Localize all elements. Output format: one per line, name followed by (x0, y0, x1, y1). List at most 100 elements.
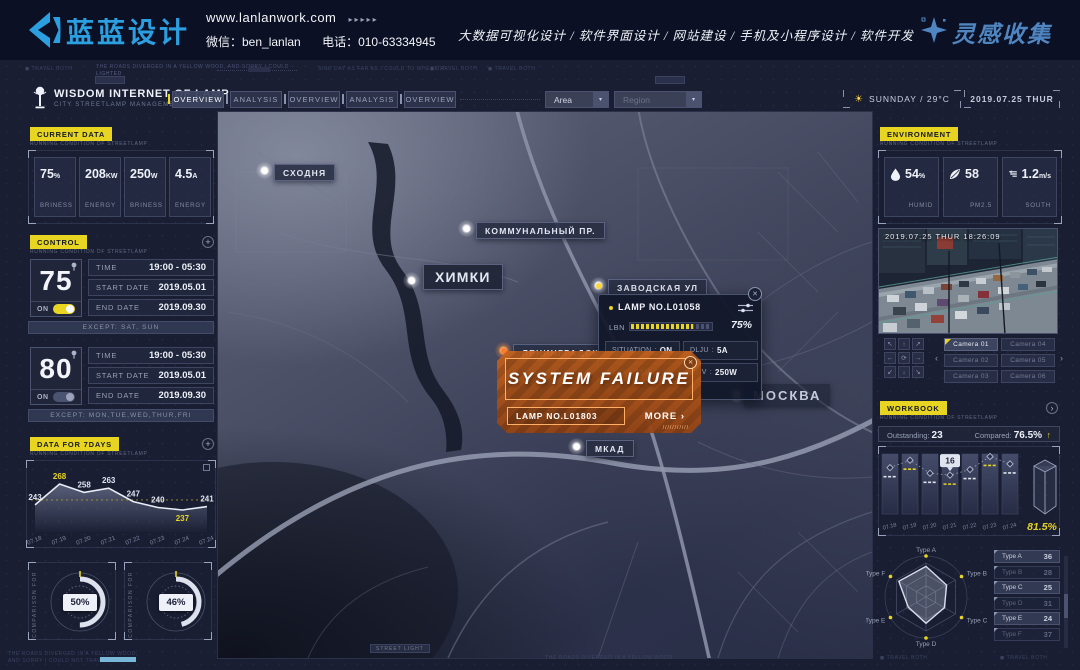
week-data-badge: DATA FOR 7DAYS (30, 437, 119, 451)
stat-value: 250 (130, 167, 151, 181)
time-row: TIME 19:00 - 05:30 (88, 259, 214, 276)
camera-prev-button[interactable]: ‹ (932, 351, 941, 365)
pan-left-button[interactable]: ← (884, 352, 896, 364)
failure-title: SYSTEM FAILURE (508, 369, 690, 389)
pan-upright-button[interactable]: ↗ (912, 338, 924, 350)
camera-feed[interactable] (878, 228, 1058, 334)
pan-down-button[interactable]: ↓ (898, 366, 910, 378)
chevron-down-icon[interactable]: ▾ (593, 92, 608, 107)
tab-analysis-2[interactable]: ANALYSIS (346, 91, 398, 108)
close-failure-button[interactable] (684, 356, 697, 369)
current-data-badge: CURRENT DATA (30, 127, 112, 141)
pan-right-button[interactable]: → (912, 352, 924, 364)
camera-04-button[interactable]: Camera 04 (1001, 338, 1055, 351)
svg-text:240: 240 (151, 495, 165, 504)
workbook-total: 81.5% (1022, 521, 1062, 533)
chevron-down-icon[interactable]: ▾ (686, 92, 701, 107)
pan-up-button[interactable]: ↑ (898, 338, 910, 350)
stat-card-briness: 75% BRINESS (34, 157, 76, 217)
type-label: Type C (1002, 584, 1023, 591)
region-select[interactable]: Region ▾ (614, 91, 702, 108)
decor-cyan-bar (100, 657, 136, 662)
row-label: END DATE (96, 303, 140, 312)
failure-lamp-id: LAMP NO.L01803 (507, 407, 625, 425)
tab-overview-2[interactable]: OVERVIEW (288, 91, 340, 108)
website-url[interactable]: www.lanlanwork.com (206, 10, 336, 25)
lamp-pin[interactable] (568, 438, 585, 455)
expand-chart-button[interactable]: + (202, 438, 214, 450)
tab-overview-1[interactable]: OVERVIEW (172, 91, 224, 108)
lamp-mini-icon (70, 350, 78, 359)
add-schedule-button[interactable]: + (202, 236, 214, 248)
reset-view-button[interactable]: ⟳ (898, 352, 910, 364)
type-value: 36 (1044, 552, 1052, 561)
pan-upleft-button[interactable]: ↖ (884, 338, 896, 350)
svg-text:Type D: Type D (916, 641, 937, 648)
type-a-row[interactable]: Type A36 (994, 550, 1060, 563)
camera-03-button[interactable]: Camera 03 (944, 370, 998, 383)
svg-text:07.18: 07.18 (27, 535, 43, 546)
row-value: 2019.09.30 (158, 390, 206, 401)
lamp-pin[interactable] (458, 220, 475, 237)
camera-06-button[interactable]: Camera 06 (1001, 370, 1055, 383)
env-value: 1.2 (1022, 167, 1039, 181)
svg-text:07.20: 07.20 (76, 535, 93, 546)
svg-text:07.22: 07.22 (125, 535, 142, 546)
type-c-row[interactable]: Type C 25 (994, 581, 1060, 594)
svg-text:243: 243 (28, 493, 42, 502)
pan-downleft-button[interactable]: ↙ (884, 366, 896, 378)
decor-connector (460, 99, 540, 100)
type-d-row[interactable]: Type D31 (994, 597, 1060, 610)
tab-overview-3[interactable]: OVERVIEW (404, 91, 456, 108)
area-select[interactable]: Area ▾ (545, 91, 609, 108)
streetlamp-icon (32, 86, 48, 110)
type-f-row[interactable]: Type F37 (994, 628, 1060, 641)
fullscreen-icon[interactable] (203, 464, 210, 471)
decor-text: AND SORRY I COULD NOT TRAVEL (8, 658, 108, 664)
outstanding-label: Outstanding: (887, 431, 930, 440)
more-button[interactable]: MORE › (645, 411, 685, 422)
lamp-pin[interactable] (403, 272, 420, 289)
workbook-more-button[interactable]: › (1046, 402, 1058, 414)
site-header: 蓝蓝设计 www.lanlanwork.com ▸▸▸▸▸ 微信：ben_lan… (0, 0, 1080, 60)
system-failure-alert: SYSTEM FAILURE LAMP NO.L01803 MORE › (497, 351, 701, 433)
website-link[interactable]: www.lanlanwork.com ▸▸▸▸▸ (206, 10, 379, 25)
outstanding-value: 23 (932, 430, 943, 441)
wind-card: 1.2m/s SOUTH (1002, 157, 1057, 217)
map-label[interactable]: КОММУНАЛЬНЫЙ ПР. (476, 222, 605, 239)
svg-text:Type B: Type B (967, 571, 987, 578)
region-select-value: Region (623, 95, 650, 105)
type-label: Type E (1002, 615, 1022, 622)
vertical-scrollbar[interactable] (1064, 556, 1068, 648)
brightness-progress-bar[interactable] (629, 322, 713, 331)
failure-frame: SYSTEM FAILURE (505, 358, 693, 400)
wechat-label: 微信：ben_lanlan (206, 35, 301, 49)
row-label: TIME (96, 351, 117, 360)
lamp-pin[interactable] (256, 162, 273, 179)
camera-next-button[interactable]: › (1057, 351, 1066, 365)
map-label[interactable]: СХОДНЯ (274, 164, 335, 181)
schedule-toggle[interactable] (53, 304, 75, 314)
camera-02-button[interactable]: Camera 02 (944, 354, 998, 367)
tab-analysis-1[interactable]: ANALYSIS (230, 91, 282, 108)
end-date-row: END DATE 2019.09.30 (88, 387, 214, 404)
camera-05-button[interactable]: Camera 05 (1001, 354, 1055, 367)
map-label[interactable]: МКАД (586, 440, 634, 457)
gauge-label: COMPARISON FOR (32, 571, 38, 638)
row-value: 2019.05.01 (158, 282, 206, 293)
filter-icon[interactable] (738, 303, 753, 313)
type-value: 24 (1044, 614, 1052, 623)
svg-text:268: 268 (53, 472, 67, 481)
type-e-row[interactable]: Type E 24 (994, 612, 1060, 625)
collection-label[interactable]: 灵感收集 (952, 15, 1052, 49)
stat-caption: BRINESS (40, 202, 70, 209)
type-b-row[interactable]: Type B28 (994, 566, 1060, 579)
map-label[interactable]: ХИМКИ (423, 264, 503, 290)
schedule-toggle[interactable] (53, 392, 75, 402)
close-popup-button[interactable] (748, 287, 762, 301)
lamp-pin-warning[interactable] (590, 277, 607, 294)
type-value: 25 (1044, 583, 1052, 592)
status-dot (609, 306, 613, 310)
pan-downright-button[interactable]: ↘ (912, 366, 924, 378)
camera-01-button[interactable]: Camera 01 (944, 338, 998, 351)
